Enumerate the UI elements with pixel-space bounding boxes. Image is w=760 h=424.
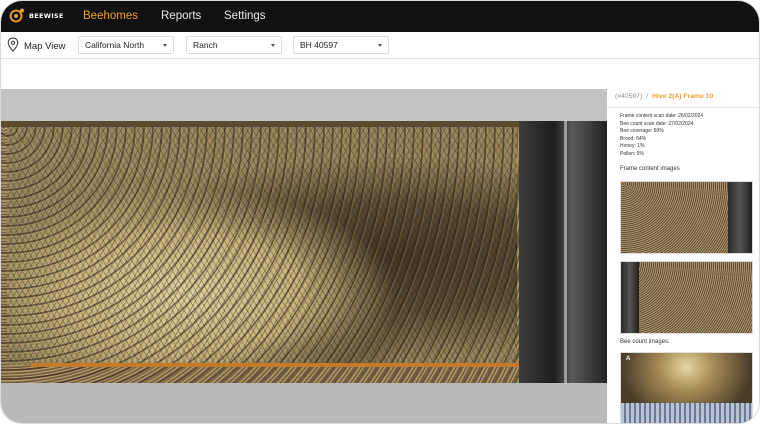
brand-name: BEEWISE — [29, 11, 64, 20]
hive-rack-rail — [564, 121, 567, 383]
bee-count-image[interactable]: A — [620, 352, 753, 423]
beehome-select-value: BH 40597 — [300, 40, 338, 50]
frame-image-thumb-1[interactable] — [620, 181, 753, 254]
thumb-rack — [621, 262, 640, 333]
brand-logo[interactable]: BEEWISE — [9, 7, 64, 24]
bees-texture — [1, 121, 607, 383]
region-select-value: California North — [85, 40, 145, 50]
image-viewer-header — [1, 89, 607, 121]
region-select[interactable]: California North — [78, 36, 174, 54]
chevron-down-icon — [378, 44, 382, 47]
nav-settings[interactable]: Settings — [224, 10, 266, 22]
frame-content-image[interactable] — [1, 121, 607, 383]
bee-coverage: Bee coverage: 59% — [620, 128, 664, 135]
scan-date: Frame content scan date: 26/02/2024 — [620, 113, 704, 119]
beehome-select[interactable]: BH 40597 — [293, 36, 389, 54]
hive-rack — [519, 121, 607, 383]
breadcrumb-root[interactable]: (#40597) — [615, 93, 642, 100]
thumb-rack — [728, 182, 752, 253]
chevron-down-icon — [271, 44, 275, 47]
app-window: BEEWISE Beehomes Reports Settings Map Vi… — [0, 0, 760, 424]
frame-bottom-bar — [31, 363, 521, 367]
chevron-down-icon — [163, 44, 167, 47]
frame-images-title: Frame content images — [620, 166, 680, 172]
frame-top-bar — [1, 121, 521, 127]
map-view-label: Map View — [24, 40, 66, 52]
thumb-texture — [621, 262, 752, 333]
map-pin-icon — [7, 37, 19, 55]
thumb-grid — [621, 402, 752, 423]
site-select[interactable]: Ranch — [186, 36, 282, 54]
frame-metadata: Frame content scan date: 26/02/2024 Bee … — [620, 113, 703, 159]
divider — [607, 107, 759, 108]
site-select-value: Ranch — [193, 40, 218, 50]
nav-beehomes[interactable]: Beehomes — [83, 10, 138, 22]
honey-value: Honey: 1% — [620, 143, 645, 150]
nav-reports[interactable]: Reports — [161, 10, 201, 22]
breadcrumb-separator: / — [646, 93, 649, 100]
breadcrumb: (#40597) / Hive 2(A) Frame 10 — [615, 93, 713, 100]
frame-details-panel: (#40597) / Hive 2(A) Frame 10 Frame conten… — [607, 89, 759, 423]
brood-value: Brood: 64% — [620, 135, 647, 142]
breadcrumb-current: Hive 2(A) Frame 10 — [652, 93, 714, 100]
map-view-button[interactable]: Map View — [7, 37, 66, 55]
bee-count-badge: A — [626, 356, 631, 362]
top-nav: BEEWISE Beehomes Reports Settings — [1, 1, 759, 32]
filter-bar: Map View California North Ranch BH 40597 — [1, 32, 759, 59]
pollen-value: Pollen: 5% — [620, 150, 644, 157]
bee-count-date: Bee count scan date: 27/02/2024 — [620, 120, 694, 127]
frame-image-thumb-2[interactable] — [620, 261, 753, 334]
bee-count-title: Bee count images: — [620, 339, 670, 345]
beewise-logo-icon — [9, 7, 26, 24]
